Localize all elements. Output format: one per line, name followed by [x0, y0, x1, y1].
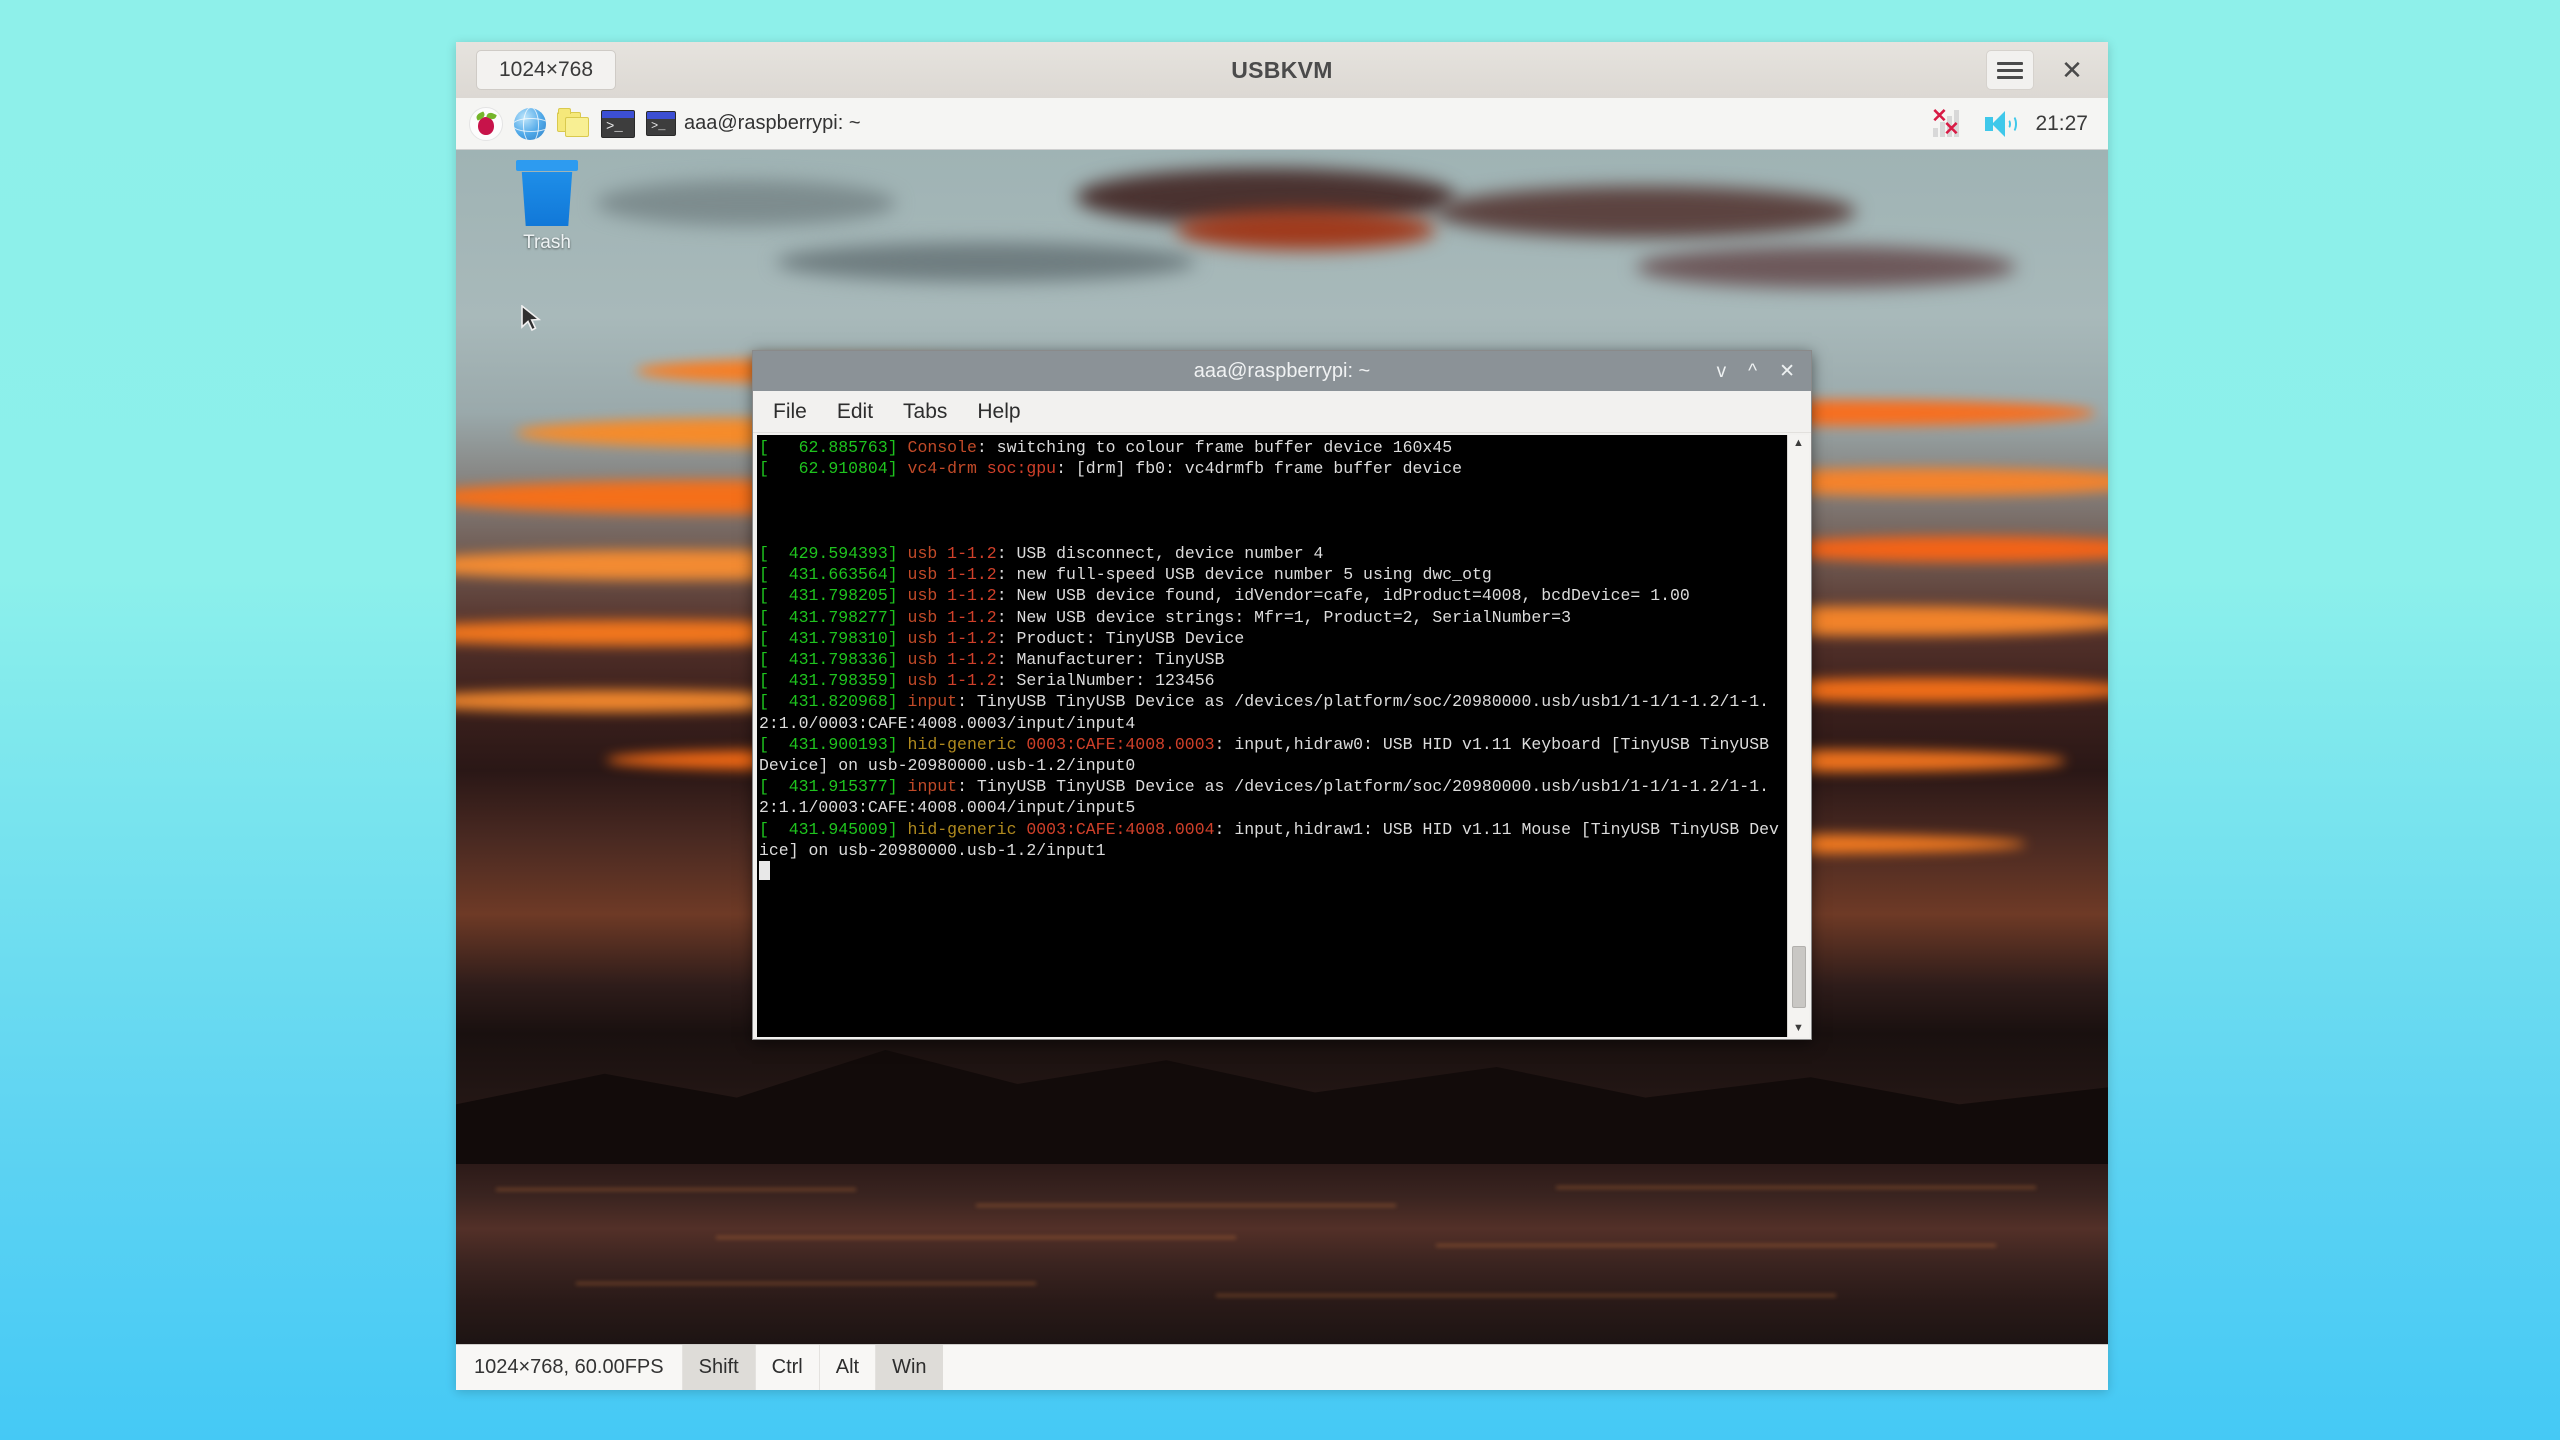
scroll-up-icon[interactable]: ▲: [1793, 435, 1804, 452]
menu-item-tabs[interactable]: Tabs: [903, 400, 947, 424]
scroll-down-icon[interactable]: ▼: [1793, 1020, 1804, 1037]
network-disconnected-icon[interactable]: ✕ ✕: [1931, 107, 1965, 139]
terminal-window[interactable]: aaa@raspberrypi: ~ v ^ ✕ File Edit Tabs …: [752, 350, 1812, 1040]
terminal-line: [ 431.798205] usb 1-1.2: New USB device …: [759, 586, 1690, 606]
water-ripple: [976, 1204, 1396, 1207]
terminal-menubar: File Edit Tabs Help: [753, 391, 1811, 433]
wallpaper-cloud: [776, 242, 1196, 282]
close-glyph: ✕: [2061, 55, 2083, 85]
taskbar-window-button[interactable]: >_ aaa@raspberrypi: ~: [642, 103, 873, 145]
folder-glyph: [557, 107, 591, 138]
terminal-line: [ 431.820968] input: TinyUSB TinyUSB Dev…: [759, 692, 1769, 733]
raspberry-logo: [469, 106, 503, 141]
desktop-icon-trash[interactable]: Trash: [492, 160, 602, 254]
modifier-key-shift[interactable]: Shift: [681, 1345, 755, 1390]
usbkvm-window: 1024×768 USBKVM ✕ >_ >_ aaa@raspberrypi:…: [456, 42, 2108, 1390]
water-ripple: [1436, 1244, 1996, 1247]
terminal-line: [ 431.900193] hid-generic 0003:CAFE:4008…: [759, 734, 1779, 775]
system-tray: ✕ ✕ 21:27: [1931, 107, 2100, 139]
terminal-line: [ 431.915377] input: TinyUSB TinyUSB Dev…: [759, 777, 1769, 818]
globe-glyph: [514, 107, 546, 140]
terminal-line: [ 62.910804] vc4-drm soc:gpu: [drm] fb0:…: [759, 459, 1463, 479]
scrollbar-thumb[interactable]: [1792, 946, 1806, 1008]
minimize-icon[interactable]: v: [1717, 362, 1727, 381]
close-icon[interactable]: ✕: [2048, 50, 2096, 90]
raspberry-menu-icon[interactable]: [464, 102, 508, 146]
terminal-line: [ 429.594393] usb 1-1.2: USB disconnect,…: [759, 543, 1324, 563]
terminal-titlebar[interactable]: aaa@raspberrypi: ~ v ^ ✕: [753, 351, 1811, 391]
close-icon[interactable]: ✕: [1779, 362, 1795, 381]
taskbar-window-label: aaa@raspberrypi: ~: [684, 112, 861, 134]
wallpaper-cloud: [596, 180, 896, 226]
window-controls: ✕: [1986, 50, 2096, 90]
water-ripple: [576, 1282, 1036, 1285]
wallpaper-cloud: [1436, 186, 1856, 238]
terminal-glyph-small: >_: [646, 111, 676, 136]
terminal-body: [ 62.885763] Console: switching to colou…: [753, 433, 1811, 1039]
water-ripple: [1216, 1294, 1836, 1297]
water-ripple: [1556, 1186, 2036, 1189]
web-browser-icon[interactable]: [508, 102, 552, 146]
terminal-title: aaa@raspberrypi: ~: [1193, 359, 1371, 382]
maximize-icon[interactable]: ^: [1748, 362, 1757, 381]
water-ripple: [496, 1188, 856, 1191]
terminal-glyph: >_: [601, 109, 635, 138]
terminal-icon[interactable]: >_: [596, 102, 640, 146]
page-title: USBKVM: [1231, 56, 1333, 83]
status-bar: 1024×768, 60.00FPS Shift Ctrl Alt Win: [456, 1344, 2108, 1390]
scrollbar-track[interactable]: [1788, 452, 1809, 1020]
terminal-line: [ 431.798310] usb 1-1.2: Product: TinyUS…: [759, 628, 1245, 648]
pi-taskbar: >_ >_ aaa@raspberrypi: ~ ✕ ✕ 21:27: [456, 98, 2108, 150]
terminal-window-buttons: v ^ ✕: [1717, 362, 1811, 381]
volume-icon[interactable]: [1983, 110, 2018, 138]
menu-item-edit[interactable]: Edit: [837, 400, 873, 424]
terminal-line: [ 62.885763] Console: switching to colou…: [759, 438, 1453, 457]
terminal-line: [ 431.945009] hid-generic 0003:CAFE:4008…: [759, 819, 1779, 860]
remote-desktop[interactable]: Trash aaa@raspberrypi: ~ v ^ ✕ File Edit…: [456, 150, 2108, 1344]
hamburger-menu-icon[interactable]: [1986, 50, 2034, 90]
modifier-key-ctrl[interactable]: Ctrl: [754, 1345, 819, 1390]
modifier-key-win[interactable]: Win: [875, 1345, 943, 1390]
terminal-line: [ 431.663564] usb 1-1.2: new full-speed …: [759, 565, 1492, 585]
terminal-line: [ 431.798359] usb 1-1.2: SerialNumber: 1…: [759, 671, 1215, 691]
modifier-key-alt[interactable]: Alt: [818, 1345, 875, 1390]
terminal-line: [ 431.798277] usb 1-1.2: New USB device …: [759, 607, 1571, 627]
desktop-icon-label: Trash: [523, 232, 571, 253]
taskbar-clock[interactable]: 21:27: [2035, 112, 2088, 136]
remote-screen-viewport[interactable]: >_ >_ aaa@raspberrypi: ~ ✕ ✕ 21:27 Trash…: [456, 98, 2108, 1344]
terminal-output[interactable]: [ 62.885763] Console: switching to colou…: [757, 435, 1787, 1037]
hamburger-glyph: [1997, 58, 2023, 83]
menu-item-file[interactable]: File: [773, 400, 807, 424]
wallpaper-cloud: [1176, 210, 1436, 250]
trash-icon: [521, 172, 573, 226]
file-manager-icon[interactable]: [552, 102, 596, 146]
terminal-cursor-line: [759, 861, 1787, 883]
window-header: 1024×768 USBKVM ✕: [456, 42, 2108, 98]
resolution-chip[interactable]: 1024×768: [476, 50, 616, 90]
water-ripple: [716, 1236, 1236, 1239]
terminal-cursor: [759, 861, 770, 881]
terminal-scrollbar[interactable]: ▲ ▼: [1787, 435, 1809, 1037]
wallpaper-water: [456, 1164, 2108, 1344]
trash-lid: [516, 160, 578, 171]
terminal-line: [ 431.798336] usb 1-1.2: Manufacturer: T…: [759, 649, 1225, 669]
wallpaper-cloud: [1636, 246, 2016, 288]
mouse-cursor: [521, 304, 543, 335]
menu-item-help[interactable]: Help: [977, 400, 1020, 424]
status-resolution-fps: 1024×768, 60.00FPS: [474, 1356, 664, 1378]
